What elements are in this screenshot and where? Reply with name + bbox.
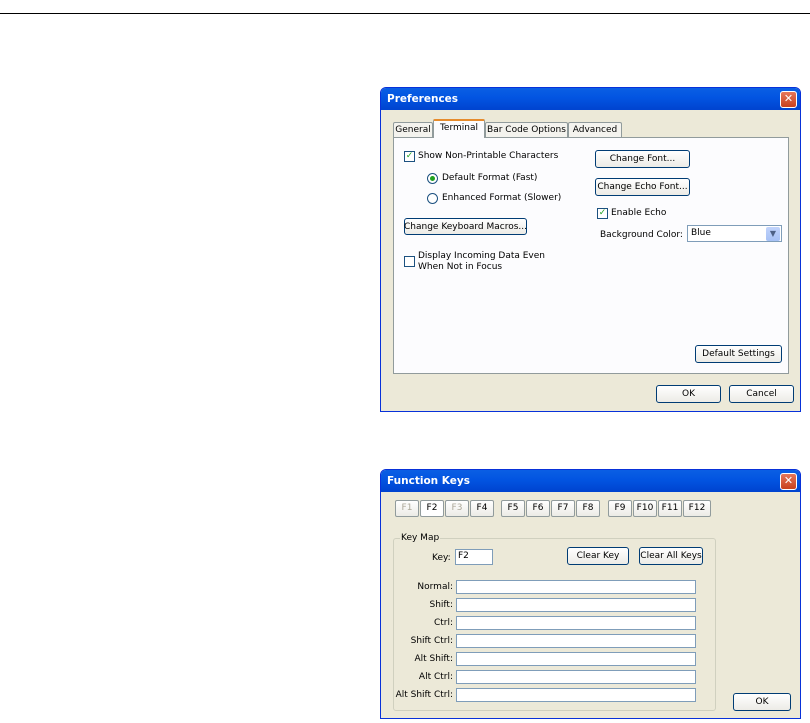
function-keys-title: Function Keys — [387, 475, 470, 487]
ok-button[interactable]: OK — [656, 385, 721, 403]
key-input-value: F2 — [458, 551, 469, 561]
show-nonprintable-label: Show Non-Printable Characters — [418, 151, 559, 161]
tab-general[interactable]: General — [393, 122, 433, 138]
top-divider-line — [0, 13, 810, 14]
display-incoming-label-line2: When Not in Focus — [418, 262, 503, 272]
close-icon[interactable]: ✕ — [780, 473, 797, 490]
fkey-f10[interactable]: F10 — [633, 500, 657, 517]
keymap-normal-field[interactable] — [456, 580, 696, 594]
keymap-alt-ctrl-field[interactable] — [456, 670, 696, 684]
keymap-shift-field[interactable] — [456, 598, 696, 612]
close-icon[interactable]: ✕ — [780, 91, 797, 108]
fkey-f3[interactable]: F3 — [445, 500, 469, 517]
keymap-row-label: Normal: — [417, 582, 453, 592]
tab-bar-code-options-label: Bar Code Options — [487, 125, 566, 135]
key-input[interactable]: F2 — [455, 549, 493, 565]
keymap-row-label: Ctrl: — [433, 618, 453, 628]
fkey-f11[interactable]: F11 — [658, 500, 682, 517]
key-map-group-label: Key Map — [400, 533, 441, 543]
tab-bar-code-options[interactable]: Bar Code Options — [485, 122, 568, 138]
preferences-dialog: Preferences ✕ General Terminal Bar Code … — [380, 87, 801, 412]
keymap-alt-shift-ctrl-field[interactable] — [456, 688, 696, 702]
display-incoming-label-line1: Display Incoming Data Even — [418, 251, 545, 261]
fkey-f4[interactable]: F4 — [470, 500, 494, 517]
change-echo-font-button[interactable]: Change Echo Font... — [595, 178, 690, 196]
change-keyboard-macros-button[interactable]: Change Keyboard Macros... — [404, 218, 527, 235]
enable-echo-checkbox[interactable]: ✓ — [597, 208, 608, 219]
tab-advanced-label: Advanced — [572, 125, 618, 135]
keymap-alt-shift-field[interactable] — [456, 652, 696, 666]
tab-advanced[interactable]: Advanced — [568, 122, 622, 138]
background-color-label: Background Color: — [600, 230, 683, 240]
enhanced-format-label: Enhanced Format (Slower) — [442, 193, 562, 203]
cancel-button[interactable]: Cancel — [729, 385, 794, 403]
function-keys-titlebar[interactable]: Function Keys ✕ — [381, 470, 800, 492]
chevron-down-icon[interactable]: ▼ — [766, 227, 780, 241]
preferences-title: Preferences — [387, 93, 459, 105]
keymap-shift-ctrl-field[interactable] — [456, 634, 696, 648]
fkey-f12[interactable]: F12 — [683, 500, 711, 517]
fkey-f7[interactable]: F7 — [551, 500, 575, 517]
fkey-f8[interactable]: F8 — [576, 500, 600, 517]
tab-general-label: General — [395, 125, 431, 135]
fkey-f1[interactable]: F1 — [395, 500, 419, 517]
function-keys-dialog: Function Keys ✕ F1 F2 F3 F4 F5 F6 F7 F8 … — [380, 469, 801, 719]
keymap-row-label: Alt Shift: — [414, 654, 453, 664]
fkey-f5[interactable]: F5 — [501, 500, 525, 517]
function-key-bar: F1 F2 F3 F4 F5 F6 F7 F8 F9 F10 F11 F12 — [395, 500, 715, 517]
enhanced-format-radio[interactable] — [427, 193, 438, 204]
preferences-titlebar[interactable]: Preferences ✕ — [381, 88, 800, 110]
fkey-f2[interactable]: F2 — [420, 500, 444, 517]
change-font-button[interactable]: Change Font... — [595, 150, 690, 168]
tab-terminal[interactable]: Terminal — [433, 119, 485, 138]
key-label: Key: — [432, 553, 451, 563]
clear-key-button[interactable]: Clear Key — [567, 547, 629, 565]
keymap-row-label: Shift: — [429, 600, 454, 610]
function-keys-ok-button[interactable]: OK — [733, 693, 791, 711]
display-incoming-checkbox[interactable] — [404, 256, 415, 267]
keymap-row-label: Alt Ctrl: — [418, 672, 453, 682]
clear-all-keys-button[interactable]: Clear All Keys — [639, 547, 703, 565]
tab-terminal-label: Terminal — [439, 123, 479, 133]
background-color-value: Blue — [691, 228, 711, 238]
default-format-radio[interactable] — [427, 173, 438, 184]
fkey-f9[interactable]: F9 — [608, 500, 632, 517]
keymap-row-label: Shift Ctrl: — [410, 636, 453, 646]
default-settings-button[interactable]: Default Settings — [695, 345, 782, 363]
keymap-ctrl-field[interactable] — [456, 616, 696, 630]
default-format-label: Default Format (Fast) — [442, 173, 538, 183]
background-color-select[interactable]: Blue ▼ — [687, 225, 782, 242]
show-nonprintable-checkbox[interactable]: ✓ — [404, 151, 415, 162]
keymap-row-label: Alt Shift Ctrl: — [395, 690, 453, 700]
fkey-f6[interactable]: F6 — [526, 500, 550, 517]
enable-echo-label: Enable Echo — [611, 208, 667, 218]
